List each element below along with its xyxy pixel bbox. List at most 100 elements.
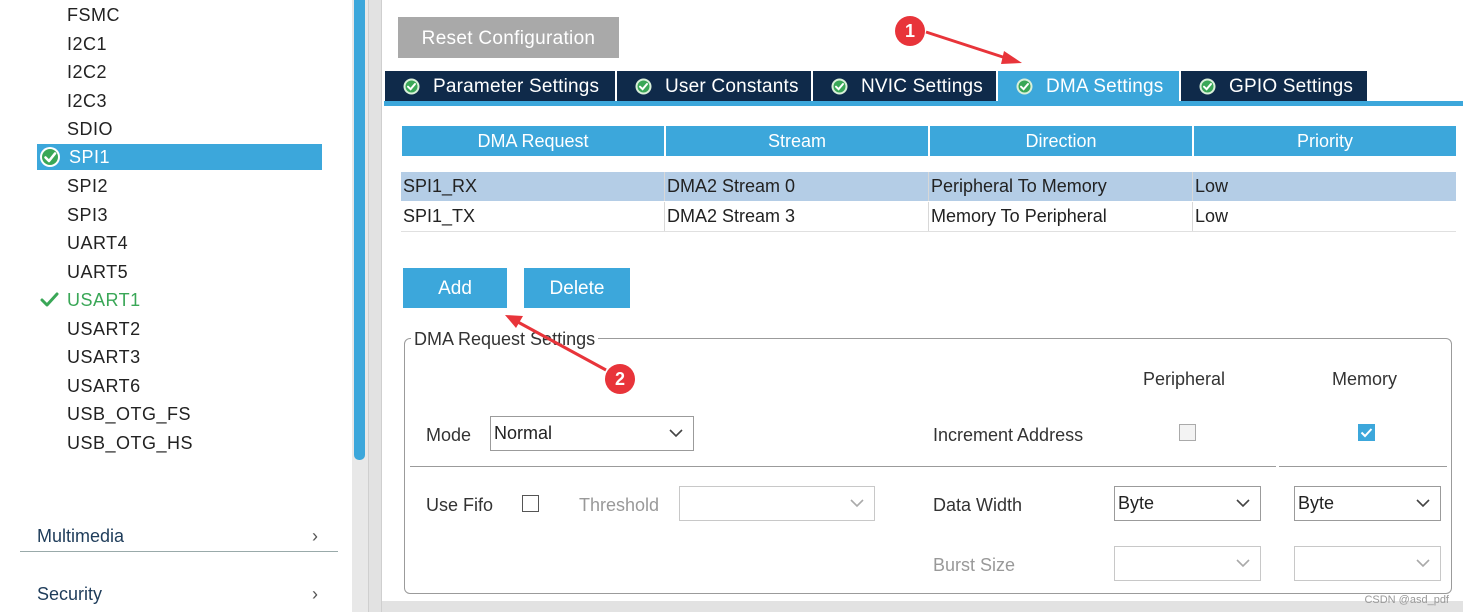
burst-size-memory-select[interactable]	[1294, 546, 1441, 581]
check-circle-icon	[403, 78, 420, 95]
sidebar-item-i2c2[interactable]: I2C2	[67, 59, 107, 85]
tabbar-underline	[384, 101, 1463, 106]
group-title: DMA Request Settings	[411, 328, 599, 350]
sidebar-item-usb-otg-fs[interactable]: USB_OTG_FS	[67, 401, 191, 427]
sidebar-item-label: SPI1	[69, 147, 111, 167]
column-header-stream[interactable]: Stream	[666, 126, 928, 156]
sidebar-item-label: UART5	[67, 262, 129, 282]
chevron-down-icon	[1236, 559, 1250, 568]
tab-gpio-settings[interactable]: GPIO Settings	[1181, 71, 1367, 102]
burst-size-peripheral-select[interactable]	[1114, 546, 1261, 581]
horizontal-scrollbar[interactable]	[382, 601, 1463, 612]
sidebar-item-usart2[interactable]: USART2	[67, 316, 141, 342]
sidebar-item-usart6[interactable]: USART6	[67, 373, 141, 399]
sidebar-item-usart1[interactable]: USART1	[40, 287, 141, 313]
tab-parameter-settings[interactable]: Parameter Settings	[385, 71, 615, 102]
sidebar-item-uart5[interactable]: UART5	[67, 259, 128, 285]
category-label: Multimedia	[37, 526, 125, 546]
sidebar-item-spi3[interactable]: SPI3	[67, 202, 108, 228]
data-width-memory-value: Byte	[1298, 493, 1335, 513]
cell-direction: Peripheral To Memory	[929, 172, 1193, 201]
sidebar-item-label: USART1	[67, 290, 141, 310]
cell-stream: DMA2 Stream 3	[665, 202, 929, 231]
chevron-down-icon	[1416, 559, 1430, 568]
sidebar-item-label: SDIO	[67, 119, 114, 139]
sidebar-item-label: SPI2	[67, 176, 109, 196]
sidebar-item-uart4[interactable]: UART4	[67, 230, 128, 256]
chevron-down-icon	[1236, 499, 1250, 508]
burst-size-label: Burst Size	[933, 555, 1016, 575]
sidebar-item-usart3[interactable]: USART3	[67, 344, 141, 370]
use-fifo-checkbox[interactable]	[522, 495, 539, 512]
category-multimedia[interactable]: Multimedia ›	[20, 521, 338, 551]
increment-peripheral-checkbox[interactable]	[1179, 424, 1196, 441]
arrow-head-icon	[1001, 51, 1022, 64]
tab-dma-settings[interactable]: DMA Settings	[998, 71, 1179, 102]
data-width-label: Data Width	[933, 495, 1023, 515]
category-label: Security	[37, 584, 103, 604]
sidebar-item-label: USB_OTG_HS	[67, 433, 194, 453]
category-divider	[20, 551, 338, 552]
tab-label: DMA Settings	[1046, 76, 1164, 97]
checkmark-icon	[1360, 428, 1373, 438]
sidebar-item-label: FSMC	[67, 5, 120, 25]
cell-request: SPI1_RX	[401, 172, 665, 201]
cell-stream: DMA2 Stream 0	[665, 172, 929, 201]
sidebar-item-fsmc[interactable]: FSMC	[67, 2, 120, 28]
sidebar-item-usb-otg-hs[interactable]: USB_OTG_HS	[67, 430, 193, 456]
sidebar-scrollbar-thumb[interactable]	[354, 0, 365, 460]
chevron-right-icon: ›	[312, 526, 318, 546]
tab-nvic-settings[interactable]: NVIC Settings	[813, 71, 996, 102]
column-header-direction[interactable]: Direction	[930, 126, 1192, 156]
chevron-down-icon	[1416, 499, 1430, 508]
data-width-memory-select[interactable]: Byte	[1294, 486, 1441, 521]
table-row[interactable]: SPI1_RX DMA2 Stream 0 Peripheral To Memo…	[401, 172, 1456, 201]
mode-select[interactable]: Normal	[490, 416, 694, 451]
chevron-right-icon: ›	[312, 584, 318, 604]
check-circle-icon	[40, 147, 60, 167]
tab-label: Parameter Settings	[433, 76, 600, 97]
increment-memory-checkbox[interactable]	[1358, 424, 1375, 441]
arrow-head-icon	[505, 315, 523, 328]
sidebar-item-label: SPI3	[67, 205, 109, 225]
chevron-down-icon	[669, 429, 683, 438]
threshold-select[interactable]	[679, 486, 875, 521]
annotation-badge-2: 2	[605, 364, 635, 394]
mode-label: Mode	[426, 425, 472, 445]
column-header-dma-request[interactable]: DMA Request	[402, 126, 664, 156]
mode-select-value: Normal	[494, 423, 553, 443]
check-circle-icon	[831, 78, 848, 95]
sidebar-item-label: I2C2	[67, 62, 108, 82]
tab-label: NVIC Settings	[861, 76, 983, 97]
add-button[interactable]: Add	[403, 268, 507, 308]
delete-button[interactable]: Delete	[524, 268, 630, 308]
sidebar-item-i2c1[interactable]: I2C1	[67, 31, 107, 57]
checkmark-icon	[40, 292, 59, 307]
check-circle-icon	[635, 78, 652, 95]
tab-user-constants[interactable]: User Constants	[617, 71, 811, 102]
column-header-priority[interactable]: Priority	[1194, 126, 1456, 156]
sidebar-item-sdio[interactable]: SDIO	[67, 116, 113, 142]
annotation-arrow-1	[925, 30, 1013, 62]
threshold-label: Threshold	[579, 495, 660, 515]
tab-label: GPIO Settings	[1229, 76, 1354, 97]
sidebar-item-i2c3[interactable]: I2C3	[67, 88, 107, 114]
cell-request: SPI1_TX	[401, 202, 665, 231]
use-fifo-label: Use Fifo	[426, 495, 494, 515]
category-security[interactable]: Security ›	[20, 579, 338, 609]
check-circle-icon	[1199, 78, 1216, 95]
sidebar-item-label: USART2	[67, 319, 141, 339]
cell-priority: Low	[1195, 176, 1229, 196]
reset-configuration-button[interactable]: Reset Configuration	[398, 17, 619, 58]
check-circle-icon	[1016, 78, 1033, 95]
data-width-peripheral-select[interactable]: Byte	[1114, 486, 1261, 521]
column-label-memory: Memory	[1332, 369, 1398, 389]
increment-address-label: Increment Address	[933, 425, 1084, 445]
panel-splitter[interactable]	[368, 0, 382, 612]
sidebar-item-spi1[interactable]: SPI1	[37, 144, 322, 170]
cell-direction: Memory To Peripheral	[929, 202, 1193, 231]
sidebar-item-spi2[interactable]: SPI2	[67, 173, 108, 199]
sidebar-item-label: UART4	[67, 233, 129, 253]
watermark: CSDN @asd_pdf	[1364, 594, 1449, 606]
table-row[interactable]: SPI1_TX DMA2 Stream 3 Memory To Peripher…	[401, 202, 1456, 231]
